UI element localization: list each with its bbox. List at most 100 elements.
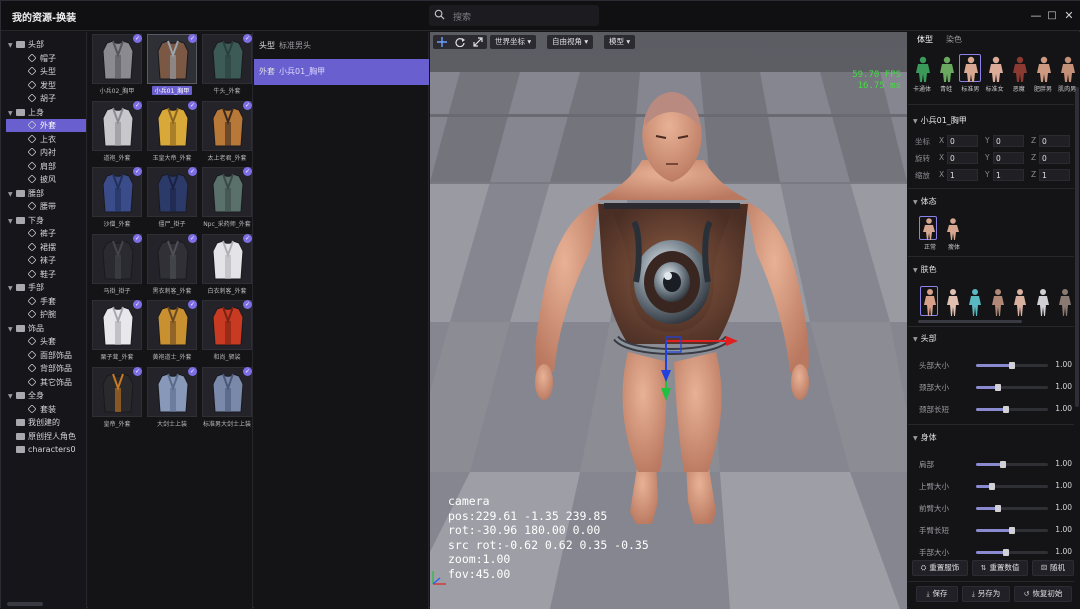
body-type-option[interactable]: 恶魔	[1008, 54, 1030, 88]
asset-card[interactable]: ✓太上老君_外套	[201, 100, 253, 164]
tree-folder[interactable]: ▼上身	[6, 106, 44, 119]
transform-z-input[interactable]: 0	[1039, 152, 1070, 164]
coordinate-space-dropdown[interactable]: 世界坐标 ▾	[490, 35, 536, 49]
minimize-button[interactable]: —	[1029, 9, 1043, 23]
close-button[interactable]: ✕	[1062, 9, 1076, 23]
asset-card[interactable]: ✓小兵01_胸甲	[146, 33, 198, 97]
transform-z-input[interactable]: 0	[1039, 135, 1070, 147]
tree-item[interactable]: 裙摆	[6, 241, 56, 254]
properties-scrollbar[interactable]	[1075, 87, 1079, 407]
skin-header[interactable]: ▼肤色	[908, 264, 1074, 275]
chevron-down-icon[interactable]: ▼	[8, 107, 16, 120]
view-mode-dropdown[interactable]: 自由视角 ▾	[547, 35, 593, 49]
posture-option[interactable]: 正常	[919, 216, 937, 250]
tree-item[interactable]: 发型	[6, 79, 56, 92]
tree-item[interactable]: 手套	[6, 295, 56, 308]
tree-item[interactable]: 头型	[6, 65, 56, 78]
tree-folder[interactable]: ▼手部	[6, 281, 44, 294]
transform-z-input[interactable]: 1	[1039, 169, 1070, 181]
3d-viewport[interactable]: 世界坐标 ▾ 自由视角 ▾ 模型 ▾ 59.70 FPS16.75 ms cam…	[430, 32, 907, 609]
random-button[interactable]: ⚄随机	[1032, 560, 1074, 576]
reset-values-button[interactable]: ⇅重置数值	[972, 560, 1028, 576]
skin-swatch[interactable]	[943, 286, 961, 316]
body-header[interactable]: ▼身体	[908, 432, 1074, 443]
asset-card[interactable]: ✓白衣刺客_外套	[201, 233, 253, 297]
tree-item[interactable]: 头套	[6, 335, 56, 348]
tree-item[interactable]: 护腕	[6, 308, 56, 321]
scale-icon[interactable]	[473, 37, 483, 47]
maximize-button[interactable]: □	[1045, 9, 1059, 23]
slider-track[interactable]	[976, 529, 1048, 532]
body-type-option[interactable]: 肌肉男	[1056, 54, 1078, 88]
skin-swatch[interactable]	[1033, 286, 1051, 316]
save-as-button[interactable]: ⤓另存为	[962, 586, 1010, 602]
tree-horizontal-scrollbar[interactable]	[7, 602, 43, 606]
tree-folder[interactable]: ▼腰部	[6, 187, 44, 200]
tree-item[interactable]: 鞋子	[6, 268, 56, 281]
asset-card[interactable]: ✓大剑士上装	[146, 366, 198, 430]
transform-y-input[interactable]: 0	[993, 135, 1024, 147]
slider-track[interactable]	[976, 386, 1048, 389]
transform-x-input[interactable]: 1	[947, 169, 978, 181]
chevron-down-icon[interactable]: ▼	[8, 282, 16, 295]
slider-handle[interactable]	[1009, 362, 1015, 369]
equipped-item[interactable]: 头型标准男头	[254, 33, 429, 59]
tree-item[interactable]: 袜子	[6, 254, 56, 267]
asset-card[interactable]: ✓黑衣刺客_外套	[146, 233, 198, 297]
skin-swatch[interactable]	[920, 286, 938, 316]
tree-folder[interactable]: 原创捏人角色	[6, 430, 76, 443]
skin-swatch[interactable]	[1055, 286, 1073, 316]
chevron-down-icon[interactable]: ▼	[8, 323, 16, 336]
save-button[interactable]: ⤓保存	[916, 586, 958, 602]
tree-item[interactable]: 肩部	[6, 160, 56, 173]
search-box[interactable]: 搜索	[429, 5, 599, 26]
posture-header[interactable]: ▼体态	[908, 196, 1074, 207]
asset-card[interactable]: ✓黄袍道士_外套	[146, 299, 198, 363]
skin-swatch[interactable]	[1010, 286, 1028, 316]
slider-track[interactable]	[976, 463, 1048, 466]
body-type-option[interactable]: 标准女	[984, 54, 1006, 88]
body-type-option[interactable]: 标准男	[959, 54, 981, 88]
tree-item[interactable]: 面部饰品	[6, 349, 72, 362]
tree-item[interactable]: 腰带	[6, 200, 56, 213]
asset-card[interactable]: ✓马褂_褂子	[91, 233, 143, 297]
tree-item[interactable]: 背部饰品	[6, 362, 72, 375]
asset-card[interactable]: ✓僵尸_褂子	[146, 166, 198, 230]
equipped-item[interactable]: 外套小兵01_胸甲	[254, 59, 429, 85]
chevron-down-icon[interactable]: ▼	[8, 390, 16, 403]
asset-card[interactable]: ✓玉皇大帝_外套	[146, 100, 198, 164]
slider-handle[interactable]	[1009, 527, 1015, 534]
tree-folder[interactable]: ▼全身	[6, 389, 44, 402]
slider-track[interactable]	[976, 408, 1048, 411]
tab-body-type[interactable]: 体型	[917, 34, 933, 45]
transform-x-input[interactable]: 0	[947, 152, 978, 164]
body-type-option[interactable]: 卡通体	[911, 54, 933, 88]
slider-handle[interactable]	[1003, 406, 1009, 413]
restore-defaults-button[interactable]: ↺恢复初始	[1014, 586, 1072, 602]
chevron-down-icon[interactable]: ▼	[8, 39, 16, 52]
skin-swatch[interactable]	[965, 286, 983, 316]
slider-track[interactable]	[976, 485, 1048, 488]
render-mode-dropdown[interactable]: 模型 ▾	[604, 35, 635, 49]
asset-card[interactable]: ✓和尚_袈裟	[201, 299, 253, 363]
tree-folder[interactable]: ▼头部	[6, 38, 44, 51]
tree-folder[interactable]: ▼饰品	[6, 322, 44, 335]
body-type-option[interactable]: 青蛙	[935, 54, 957, 88]
tree-item[interactable]: 内衬	[6, 146, 56, 159]
tree-folder[interactable]: characters0	[6, 443, 76, 456]
transform-y-input[interactable]: 0	[993, 152, 1024, 164]
chevron-down-icon[interactable]: ▼	[8, 188, 16, 201]
slider-handle[interactable]	[1003, 549, 1009, 556]
asset-card[interactable]: ✓沙僧_外套	[91, 166, 143, 230]
slider-handle[interactable]	[989, 483, 995, 490]
tree-folder[interactable]: ▼下身	[6, 214, 44, 227]
slider-handle[interactable]	[995, 384, 1001, 391]
slider-handle[interactable]	[1000, 461, 1006, 468]
asset-card[interactable]: ✓道袍_外套	[91, 100, 143, 164]
rotate-icon[interactable]	[455, 37, 465, 47]
slider-track[interactable]	[976, 551, 1048, 554]
tree-item[interactable]: 其它饰品	[6, 376, 72, 389]
chevron-down-icon[interactable]: ▼	[8, 215, 16, 228]
head-header[interactable]: ▼头部	[908, 333, 1074, 344]
slider-track[interactable]	[976, 507, 1048, 510]
